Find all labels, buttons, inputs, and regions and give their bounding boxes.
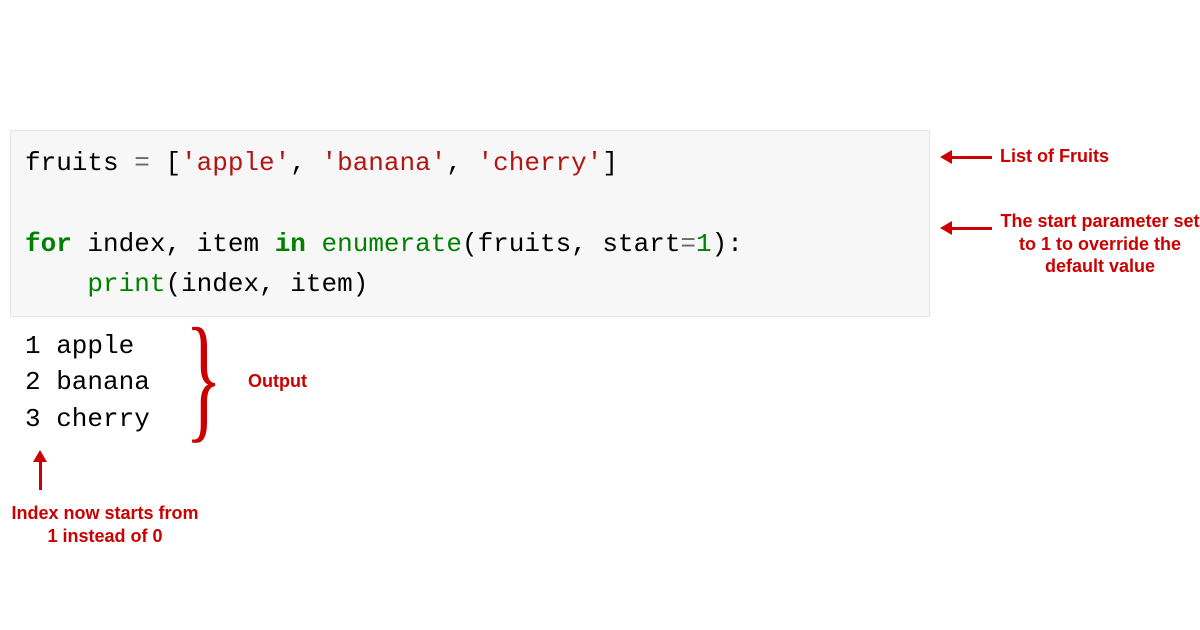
arrow-left-icon (940, 145, 992, 168)
arrow-up-wrap (33, 450, 47, 490)
code-token: : (727, 229, 743, 259)
output-line: 2 banana (25, 364, 150, 400)
code-token: start (602, 229, 680, 259)
code-token (25, 269, 87, 299)
code-token: [ (165, 148, 181, 178)
code-token: item (197, 229, 259, 259)
annotation-index-starts: Index now starts from 1 instead of 0 (10, 502, 200, 547)
code-token: fruits (25, 148, 119, 178)
output-line: 1 apple (25, 328, 150, 364)
code-token: print (87, 269, 165, 299)
code-token: = (680, 229, 696, 259)
code-token: , (290, 148, 321, 178)
code-token: = (119, 148, 166, 178)
annotation-text: The start parameter set to 1 to override… (1000, 210, 1200, 278)
code-token (259, 229, 275, 259)
code-token: ) (353, 269, 369, 299)
code-token: 'apple' (181, 148, 290, 178)
code-token: , (259, 269, 290, 299)
code-line-1: fruits = ['apple', 'banana', 'cherry'] (25, 143, 915, 183)
output-line: 3 cherry (25, 401, 150, 437)
annotation-output: Output (248, 370, 307, 393)
code-token: enumerate (322, 229, 462, 259)
curly-brace-icon: } (185, 308, 222, 448)
code-line-blank (25, 183, 915, 223)
code-token: , (446, 148, 477, 178)
arrow-left-icon (940, 216, 992, 239)
code-token: , (165, 229, 196, 259)
code-token: ] (602, 148, 618, 178)
code-token: index (87, 229, 165, 259)
code-token: 'cherry' (478, 148, 603, 178)
code-token: fruits (478, 229, 572, 259)
code-block: fruits = ['apple', 'banana', 'cherry'] f… (10, 130, 930, 317)
annotation-text: Index now starts from 1 instead of 0 (11, 503, 198, 546)
annotation-start-param: The start parameter set to 1 to override… (940, 210, 1200, 278)
code-token: ( (165, 269, 181, 299)
output-block: 1 apple 2 banana 3 cherry (25, 328, 150, 437)
code-token: 'banana' (321, 148, 446, 178)
annotation-text: Output (248, 371, 307, 391)
code-token: item (290, 269, 352, 299)
code-line-4: print(index, item) (25, 264, 915, 304)
code-token: index (181, 269, 259, 299)
code-token: ( (462, 229, 478, 259)
code-token: in (275, 229, 306, 259)
arrow-up-icon (33, 450, 47, 490)
code-line-3: for index, item in enumerate(fruits, sta… (25, 224, 915, 264)
annotation-text: List of Fruits (1000, 145, 1109, 168)
code-token: ) (712, 229, 728, 259)
annotation-list-of-fruits: List of Fruits (940, 145, 1109, 168)
code-token: 1 (696, 229, 712, 259)
code-token (72, 229, 88, 259)
code-token: for (25, 229, 72, 259)
code-token (306, 229, 322, 259)
code-token: , (571, 229, 602, 259)
